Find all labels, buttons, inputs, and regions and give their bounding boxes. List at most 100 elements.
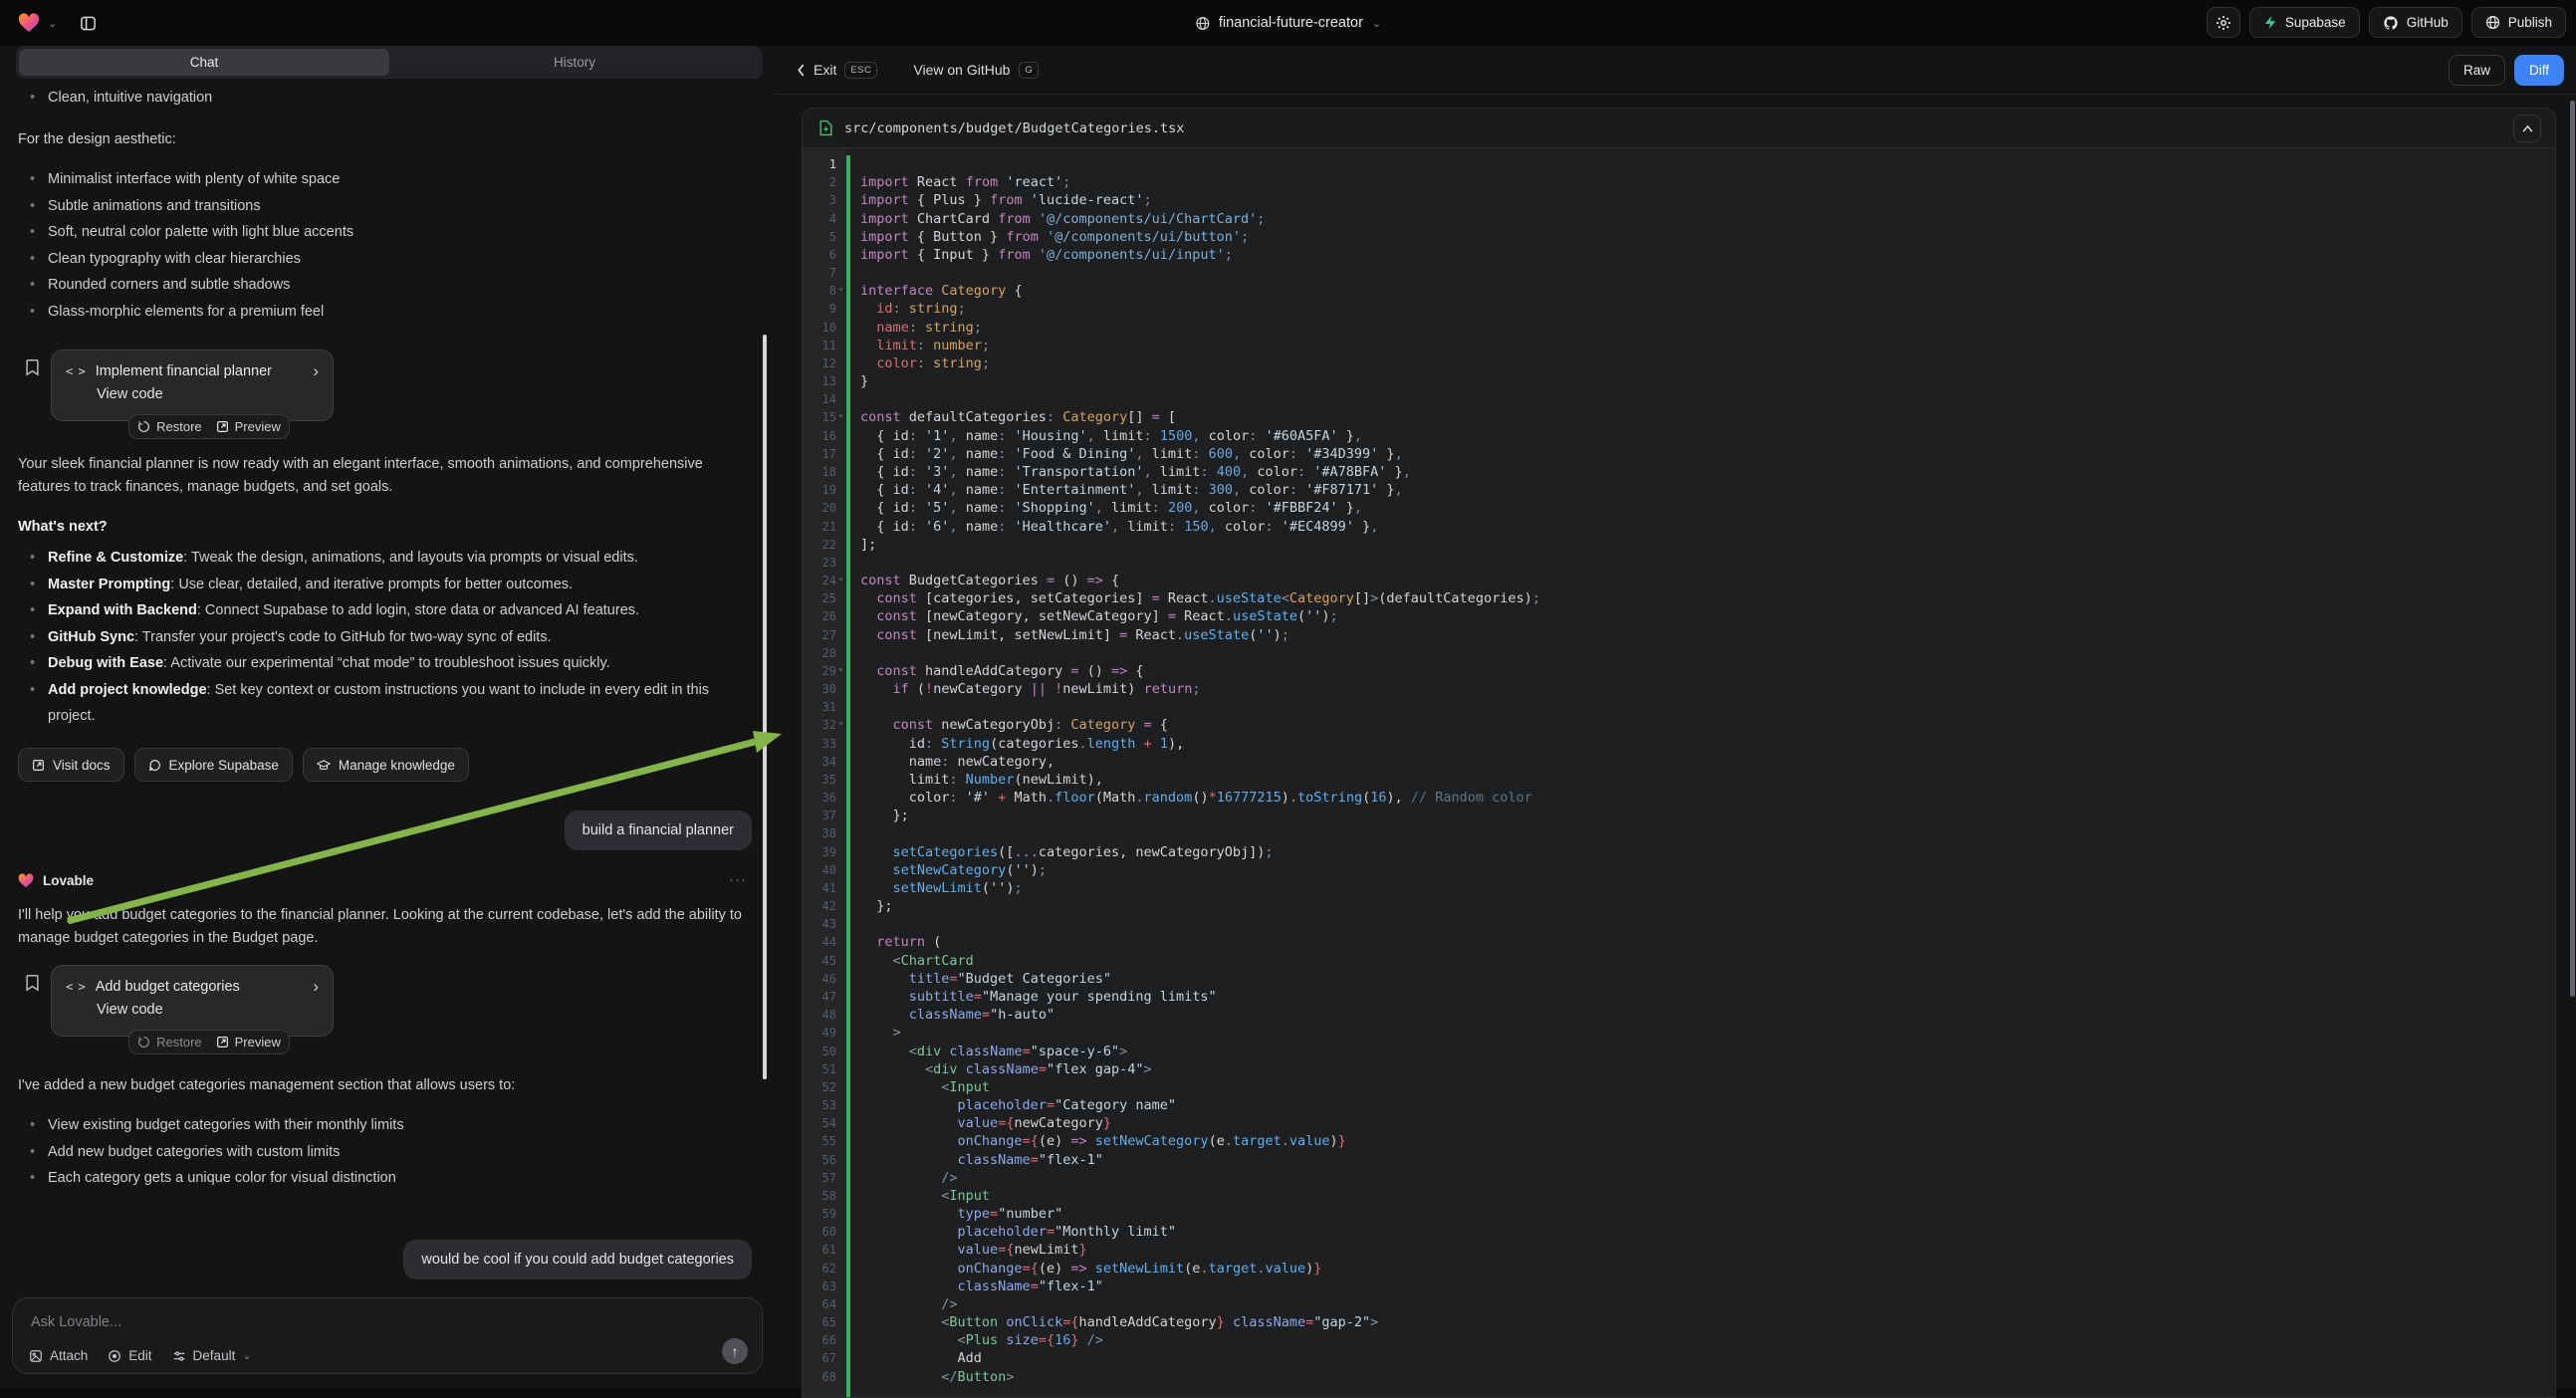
bookmark-icon[interactable] [25,358,40,376]
logo-chevron-down-icon[interactable]: ⌄ [48,17,57,30]
view-code-link[interactable]: View code [97,1002,319,1018]
line-number: 42 [803,899,836,913]
code-line: 21 { id: '6', name: 'Healthcare', limit:… [803,517,2555,535]
fold-chevron-icon[interactable]: ⌄ [835,573,846,582]
image-icon [29,1349,43,1363]
publish-button[interactable]: Publish [2471,7,2566,38]
line-number: 12 [803,356,836,370]
chevron-left-icon [797,64,806,77]
code-line: 8⌄interface Category { [803,282,2555,300]
settings-button[interactable] [2207,7,2240,38]
line-number: 51 [803,1062,836,1076]
code-line: 58 <Input [803,1187,2555,1205]
explore-supabase-button[interactable]: Explore Supabase [134,748,293,782]
line-number: 56 [803,1153,836,1167]
file-header[interactable]: src/components/budget/BudgetCategories.t… [803,109,2555,148]
view-code-link[interactable]: View code [97,386,319,402]
diff-button[interactable]: Diff [2514,55,2564,86]
line-number: 18 [803,465,836,479]
code-line: 4import ChartCard from '@/components/ui/… [803,210,2555,228]
fold-chevron-icon[interactable]: ⌄ [835,283,846,293]
line-number: 35 [803,773,836,787]
attach-button[interactable]: Attach [29,1348,88,1363]
line-number: 54 [803,1116,836,1130]
code-line: 41 setNewLimit(''); [803,879,2555,897]
user-message-bubble: build a financial planner [565,811,752,850]
tab-history[interactable]: History [389,49,760,76]
supabase-button[interactable]: Supabase [2249,7,2360,38]
visit-docs-button[interactable]: Visit docs [18,748,124,782]
project-switcher[interactable]: financial-future-creator ⌄ [1195,0,1381,46]
fold-chevron-icon[interactable]: ⌄ [835,663,846,673]
line-number: 14 [803,392,836,406]
chevron-right-icon: › [313,362,319,379]
lovable-logo-icon[interactable] [18,13,40,33]
code-line: 23 [803,554,2555,572]
raw-button[interactable]: Raw [2449,55,2505,86]
version-card-add-budget-categories[interactable]: < > Add budget categories › View code [51,965,334,1037]
code-line: 52 <Input [803,1078,2555,1096]
suggestion-buttons: Visit docs Explore Supabase Manage knowl… [18,748,751,782]
line-number: 22 [803,538,836,552]
mode-selector[interactable]: Default ⌄ [172,1348,252,1363]
line-number: 39 [803,845,836,859]
toggle-sidebar-icon[interactable] [73,8,103,38]
graduation-cap-icon [317,759,331,772]
code-line: 19 { id: '4', name: 'Entertainment', lim… [803,481,2555,499]
line-number: 27 [803,628,836,642]
list-item: GitHub Sync: Transfer your project's cod… [18,624,751,651]
restore-button[interactable]: Restore [137,419,202,434]
code-line: 15⌄const defaultCategories: Category[] =… [803,408,2555,426]
github-button[interactable]: GitHub [2369,7,2462,38]
line-number: 36 [803,791,836,805]
list-item: Glass-morphic elements for a premium fee… [18,299,751,326]
manage-knowledge-button[interactable]: Manage knowledge [303,748,469,782]
view-on-github-button[interactable]: View on GitHub G [913,62,1039,79]
restore-button[interactable]: Restore [137,1035,202,1049]
code-line: 36 color: '#' + Math.floor(Math.random()… [803,789,2555,807]
composer-placeholder[interactable]: Ask Lovable... [31,1314,121,1330]
line-number: 30 [803,682,836,696]
code-line: 31 [803,698,2555,716]
preview-button[interactable]: Preview [216,1035,281,1049]
line-number: 66 [803,1333,836,1347]
code-line: 13} [803,372,2555,390]
line-number: 67 [803,1351,836,1365]
code-line: 55 onChange={(e) => setNewCategory(e.tar… [803,1132,2555,1150]
tab-chat[interactable]: Chat [19,49,389,76]
chat-bubble-icon [148,759,161,772]
code-line: 9 id: string; [803,300,2555,318]
code-line: 64 /> [803,1295,2555,1313]
line-number: 58 [803,1189,836,1203]
chat-scrollbar[interactable] [763,335,767,1079]
message-menu-button[interactable]: ··· [729,871,747,888]
fold-chevron-icon[interactable]: ⌄ [835,717,846,727]
code-line: 6import { Input } from '@/components/ui/… [803,246,2555,264]
line-number: 20 [803,501,836,515]
code-editor[interactable]: 12import React from 'react';3import { Pl… [803,149,2555,1397]
code-line: 65 <Button onClick={handleAddCategory} c… [803,1313,2555,1331]
bookmark-icon[interactable] [25,974,40,992]
version-card-implement-planner[interactable]: < > Implement financial planner › View c… [51,350,334,421]
exit-button[interactable]: Exit ESC [797,62,877,79]
edit-button[interactable]: Edit [108,1348,151,1363]
prompt-composer[interactable]: Ask Lovable... Attach Edit Default [12,1297,763,1374]
line-number: 31 [803,700,836,714]
code-line: 17 { id: '2', name: 'Food & Dining', lim… [803,445,2555,463]
circle-dot-icon [108,1349,121,1363]
fold-chevron-icon[interactable]: ⌄ [835,409,846,419]
code-line: 25 const [categories, setCategories] = R… [803,589,2555,607]
code-line: 60 placeholder="Monthly limit" [803,1223,2555,1241]
code-line: 51 <div className="flex gap-4"> [803,1060,2555,1078]
collapse-file-button[interactable] [2513,115,2541,142]
code-scrollbar[interactable] [2570,101,2575,997]
file-added-icon [819,119,833,136]
line-number: 33 [803,737,836,751]
file-diff-card: src/components/budget/BudgetCategories.t… [802,108,2556,1398]
code-line: 46 title="Budget Categories" [803,970,2555,988]
project-chevron-down-icon: ⌄ [1372,17,1381,30]
code-line: 56 className="flex-1" [803,1150,2555,1168]
send-button[interactable]: ↑ [722,1338,748,1364]
preview-button[interactable]: Preview [216,419,281,434]
restore-icon [137,1036,150,1048]
